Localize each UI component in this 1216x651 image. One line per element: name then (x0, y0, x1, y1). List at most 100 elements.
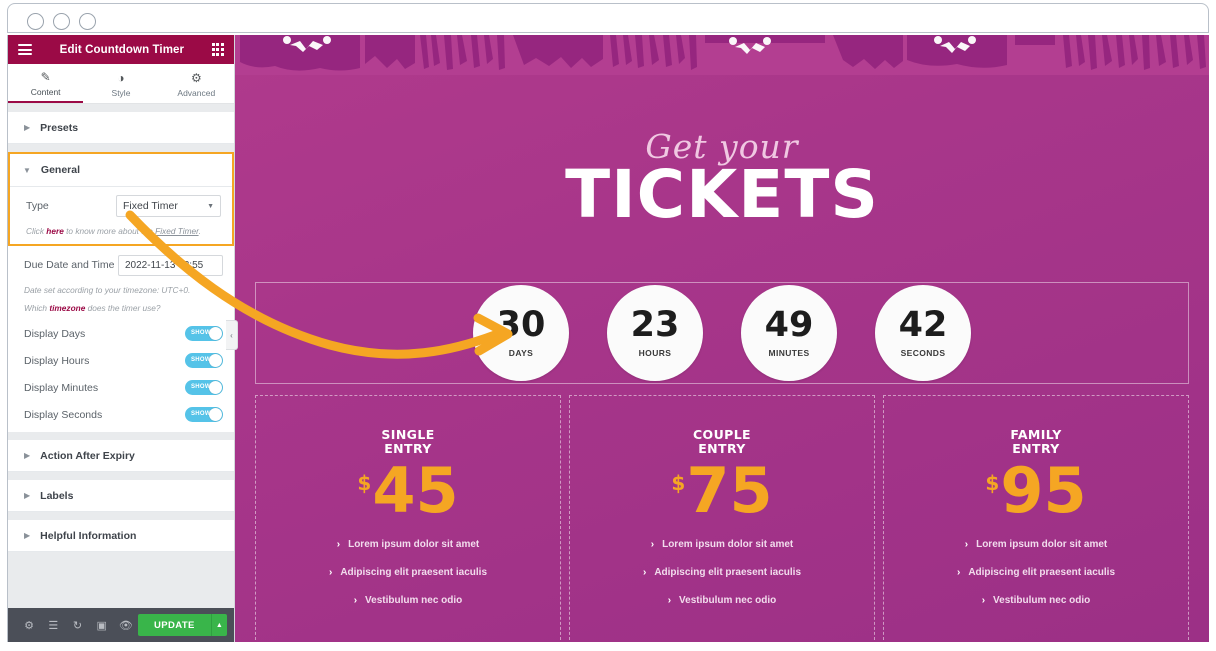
chevron-right-icon: › (964, 539, 969, 551)
toggle-display-seconds: Display Seconds SHOW (8, 401, 234, 432)
type-select[interactable]: Fixed Timer ▼ (116, 195, 221, 217)
card-title-single: SINGLE ENTRY (381, 427, 435, 457)
chevron-right-icon: ▶ (24, 451, 31, 461)
divider (8, 104, 234, 112)
list-item[interactable]: › Lorem ipsum dolor sit amet (570, 539, 874, 550)
timezone-question: Which timezone does the timer use? (8, 303, 234, 321)
list-item[interactable]: › Adipiscing elit praesent iaculis (570, 567, 874, 578)
due-date-value: 2022-11-13 03:55 (125, 259, 204, 271)
pricing-cards: SINGLE ENTRY $ 45 › Lorem ipsum dolor sit… (255, 395, 1189, 642)
toggle-switch-minutes[interactable]: SHOW (185, 380, 223, 396)
browser-titlebar (0, 0, 1216, 35)
card-price-single: $ 45 (357, 459, 458, 521)
panel-body: ▶ Presets ▼ General Type Fixed Timer ▼ C… (8, 104, 234, 642)
toggle-switch-seconds[interactable]: SHOW (185, 407, 223, 423)
close-icon[interactable] (27, 13, 44, 30)
toggle-display-hours: Display Hours SHOW (8, 347, 234, 374)
toggle-label: Display Hours (24, 354, 90, 367)
currency-symbol: $ (357, 470, 372, 495)
toggle-state: SHOW (191, 330, 211, 337)
update-button[interactable]: UPDATE (138, 614, 211, 636)
chevron-right-icon: › (956, 567, 961, 579)
tab-label: Style (111, 88, 131, 98)
tab-content[interactable]: ✎ Content (8, 64, 84, 103)
pricing-card-family[interactable]: FAMILY ENTRY $ 95 › Lorem ipsum dolor sit… (883, 395, 1189, 642)
list-item[interactable]: › Lorem ipsum dolor sit amet (256, 539, 560, 550)
divider (8, 144, 234, 152)
due-date-input[interactable]: 2022-11-13 03:55 (118, 254, 223, 276)
hint-suffix: . (198, 226, 201, 236)
grid-icon[interactable] (211, 43, 224, 56)
chevron-right-icon: ▶ (24, 123, 31, 132)
tz-q-post: does the timer use? (85, 302, 161, 313)
app-root: Get your TICKETS 30 DAYS 23 HOURS 49 MIN… (0, 0, 1216, 651)
list-item-label: Vestibulum nec odio (993, 595, 1091, 607)
section-label: Labels (40, 489, 74, 502)
section-general-header[interactable]: ▼ General (10, 154, 232, 187)
toggle-state: SHOW (191, 384, 211, 391)
toggle-switch-hours[interactable]: SHOW (185, 353, 223, 369)
list-item-label: Lorem ipsum dolor sit amet (348, 539, 480, 551)
panel-collapse-handle[interactable]: ‹ (226, 320, 238, 350)
preview-icon[interactable]: 👁 (114, 619, 138, 632)
page-title: Edit Countdown Timer (59, 43, 185, 56)
divider (8, 472, 234, 481)
toggle-label: Display Minutes (24, 381, 99, 394)
card-feature-list: › Lorem ipsum dolor sit amet › Adipiscing … (570, 539, 874, 623)
settings-icon[interactable]: ⚙ (17, 619, 41, 632)
card-price-couple: $ 75 (671, 453, 773, 527)
countdown-label-minutes: MINUTES (768, 348, 810, 358)
list-item-label: Adipiscing elit praesent iaculis (340, 567, 488, 579)
toggle-display-days: Display Days SHOW (8, 320, 234, 347)
hint-here-link[interactable]: here (46, 226, 64, 236)
section-label: Presets (40, 121, 79, 134)
maximize-icon[interactable] (79, 13, 96, 30)
toggle-knob (209, 354, 222, 368)
gear-icon: ⚙ (190, 71, 202, 85)
toggle-switch-days[interactable]: SHOW (185, 326, 223, 342)
list-item[interactable]: › Adipiscing elit praesent iaculis (884, 567, 1188, 578)
minimize-icon[interactable] (53, 13, 70, 30)
price-value: 75 (686, 453, 773, 527)
price-value: 95 (1000, 453, 1087, 527)
card-feature-list: › Lorem ipsum dolor sit amet › Adipiscing … (256, 539, 560, 623)
list-item-label: Lorem ipsum dolor sit amet (662, 539, 794, 551)
list-item[interactable]: › Vestibulum nec odio (256, 595, 560, 606)
tz-q-pre: Which (24, 302, 50, 313)
countdown-label-days: DAYS (508, 348, 534, 358)
responsive-icon[interactable]: ▣ (90, 619, 114, 632)
section-helpful-information[interactable]: ▶ Helpful Information (8, 520, 234, 553)
section-labels[interactable]: ▶ Labels (8, 480, 234, 513)
layers-icon[interactable]: ☰ (41, 619, 65, 632)
panel-footer-toolbar: ⚙ ☰ ↻ ▣ 👁 UPDATE ▲ (8, 608, 234, 642)
list-item[interactable]: › Adipiscing elit praesent iaculis (256, 567, 560, 578)
pricing-card-couple[interactable]: COUPLE ENTRY $ 75 › Lorem ipsum dolor sit… (569, 395, 875, 642)
timezone-link[interactable]: timezone (49, 303, 85, 313)
pricing-card-single[interactable]: SINGLE ENTRY $ 45 › Lorem ipsum dolor sit… (255, 395, 561, 642)
hero-title: TICKETS (565, 156, 879, 233)
window-controls[interactable] (27, 13, 96, 30)
list-item[interactable]: › Vestibulum nec odio (570, 595, 874, 606)
tab-label: Advanced (177, 88, 216, 98)
toggle-display-minutes: Display Minutes SHOW (8, 374, 234, 401)
countdown-label-seconds: SECONDS (900, 348, 946, 358)
section-action-after-expiry[interactable]: ▶ Action After Expiry (8, 440, 234, 473)
toggle-label: Display Seconds (24, 408, 103, 421)
section-label: Action After Expiry (40, 449, 135, 462)
history-icon[interactable]: ↻ (65, 619, 89, 632)
section-label: Helpful Information (40, 529, 137, 542)
list-item-label: Vestibulum nec odio (679, 595, 777, 607)
card-title-line1: SINGLE (381, 427, 435, 442)
section-presets[interactable]: ▶ Presets (8, 112, 234, 144)
editor-panel: Edit Countdown Timer ✎ Content ◑ Style ⚙… (7, 35, 235, 642)
tab-advanced[interactable]: ⚙ Advanced (159, 64, 234, 103)
toggle-knob (209, 381, 222, 395)
panel-tabs: ✎ Content ◑ Style ⚙ Advanced (8, 64, 234, 104)
list-item[interactable]: › Vestibulum nec odio (884, 595, 1188, 606)
update-options-caret[interactable]: ▲ (210, 614, 228, 636)
hamburger-icon[interactable] (18, 44, 32, 55)
countdown-timer-widget[interactable]: 30 DAYS 23 HOURS 49 MINUTES 42 SECONDS (255, 282, 1189, 384)
chevron-down-icon: ▼ (23, 165, 31, 175)
tab-style[interactable]: ◑ Style (83, 64, 158, 103)
list-item[interactable]: › Lorem ipsum dolor sit amet (884, 539, 1188, 550)
